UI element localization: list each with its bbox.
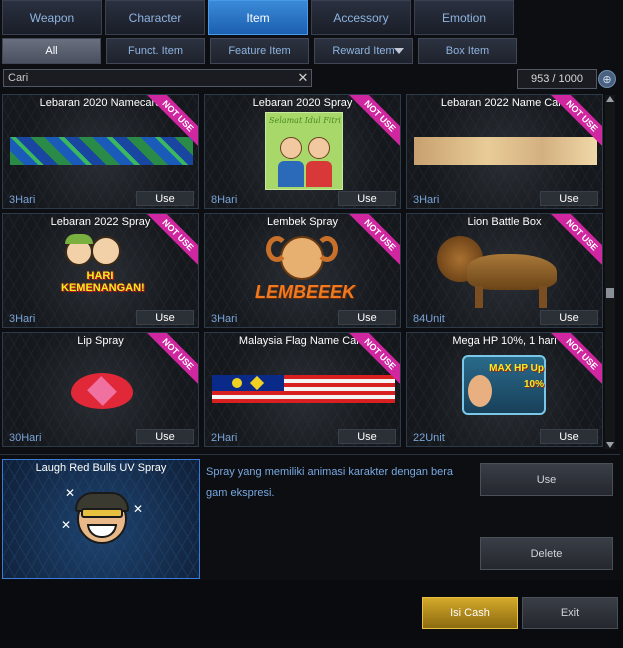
inventory-count: 953 / 1000	[517, 69, 597, 89]
use-button[interactable]: Use	[338, 310, 396, 325]
scroll-up-icon[interactable]	[606, 96, 614, 102]
use-button[interactable]: Use	[540, 310, 598, 325]
hari-kemenangan-spray-icon: HARI KEMENANGAN!	[61, 234, 145, 306]
sparkle-icon: ✕	[65, 486, 76, 500]
use-button[interactable]: Use	[136, 191, 194, 206]
item-card[interactable]: Lion Battle Box NOT USE 84Unit Use	[406, 213, 603, 328]
exit-button[interactable]: Exit	[522, 597, 618, 629]
item-duration: 30Hari	[9, 432, 42, 444]
selected-item-title: Laugh Red Bulls UV Spray	[35, 462, 167, 474]
item-grid-scrollbar[interactable]	[605, 95, 615, 449]
isi-cash-button[interactable]: Isi Cash	[422, 597, 518, 629]
spray-caption: Selamat Idul Fitri	[269, 116, 341, 125]
eid-spray-icon: Selamat Idul Fitri	[265, 112, 343, 190]
search-input[interactable]	[3, 69, 312, 87]
subtab-reward-item[interactable]: Reward Item	[314, 38, 413, 64]
scrollbar-thumb[interactable]	[606, 288, 614, 298]
lips-icon	[71, 373, 133, 409]
tab-weapon[interactable]: Weapon	[2, 0, 102, 35]
item-detail-panel: Laugh Red Bulls UV Spray ✕ ✕ ✕ Spray yan…	[0, 454, 620, 579]
subtab-all[interactable]: All	[2, 38, 101, 64]
use-button[interactable]: Use	[136, 310, 194, 325]
selected-item-preview: Laugh Red Bulls UV Spray ✕ ✕ ✕	[2, 459, 200, 579]
main-tab-bar: Weapon Character Item Accessory Emotion	[0, 0, 623, 35]
scroll-down-icon[interactable]	[606, 442, 614, 448]
item-duration: 3Hari	[413, 194, 440, 206]
item-grid: Lebaran 2020 Namecard NOT USE 3Hari Use …	[0, 92, 620, 452]
item-card[interactable]: Lebaran 2020 Namecard NOT USE 3Hari Use	[2, 94, 199, 209]
lion-icon	[427, 232, 577, 312]
item-card[interactable]: Lip Spray NOT USE 30Hari Use	[2, 332, 199, 447]
subtab-feature-item[interactable]: Feature Item	[210, 38, 309, 64]
use-button[interactable]: Use	[540, 429, 598, 444]
item-duration: 3Hari	[9, 313, 36, 325]
item-duration: 8Hari	[211, 194, 238, 206]
max-hp-up-icon: MAX HP Up 10%	[462, 355, 546, 415]
use-button[interactable]: Use	[338, 191, 396, 206]
tab-accessory[interactable]: Accessory	[311, 0, 411, 35]
close-icon[interactable]: ✕	[296, 71, 310, 85]
subtab-reward-item-label: Reward Item	[332, 45, 395, 57]
sparkle-icon: ✕	[61, 518, 72, 532]
expand-inventory-icon[interactable]: ⊕	[598, 70, 616, 88]
item-card[interactable]: Lebaran 2020 Spray Selamat Idul Fitri NO…	[204, 94, 401, 209]
hp-caption: MAX HP Up 10%	[489, 363, 544, 390]
subtab-box-item[interactable]: Box Item	[418, 38, 517, 64]
tab-emotion[interactable]: Emotion	[414, 0, 514, 35]
subtab-funct-item[interactable]: Funct. Item	[106, 38, 205, 64]
item-duration: 3Hari	[211, 313, 238, 325]
item-card[interactable]: Malaysia Flag Name Card NOT USE 2Hari Us…	[204, 332, 401, 447]
selected-item-description: Spray yang memiliki animasi karakter den…	[206, 466, 454, 499]
ram-spray-icon: LEMBEEEK	[250, 232, 360, 312]
use-button[interactable]: Use	[136, 429, 194, 444]
laughing-soldier-icon	[73, 490, 131, 548]
item-card[interactable]: Lebaran 2022 Spray HARI KEMENANGAN! NOT …	[2, 213, 199, 328]
ketupat-namecard-icon	[10, 137, 193, 165]
tab-character[interactable]: Character	[105, 0, 205, 35]
detail-use-button[interactable]: Use	[480, 463, 613, 496]
spray-caption: LEMBEEEK	[254, 282, 355, 302]
malaysia-flag-icon	[212, 375, 395, 403]
footer: Isi Cash Exit	[0, 580, 623, 648]
desert-namecard-icon	[414, 137, 597, 165]
item-card[interactable]: Lembek Spray LEMBEEEK NOT USE 3Hari Use	[204, 213, 401, 328]
item-card[interactable]: Lebaran 2022 Name Card NOT USE 3Hari Use	[406, 94, 603, 209]
sub-tab-bar: All Funct. Item Feature Item Reward Item…	[0, 38, 623, 64]
delete-button[interactable]: Delete	[480, 537, 613, 570]
tab-item[interactable]: Item	[208, 0, 308, 35]
item-card[interactable]: Mega HP 10%, 1 hari MAX HP Up 10% NOT US…	[406, 332, 603, 447]
item-duration: 22Unit	[413, 432, 445, 444]
item-duration: 2Hari	[211, 432, 238, 444]
spray-caption: HARI KEMENANGAN!	[61, 270, 145, 294]
use-button[interactable]: Use	[540, 191, 598, 206]
sparkle-icon: ✕	[133, 502, 144, 516]
chevron-down-icon	[394, 48, 404, 54]
item-duration: 84Unit	[413, 313, 445, 325]
use-button[interactable]: Use	[338, 429, 396, 444]
item-duration: 3Hari	[9, 194, 36, 206]
